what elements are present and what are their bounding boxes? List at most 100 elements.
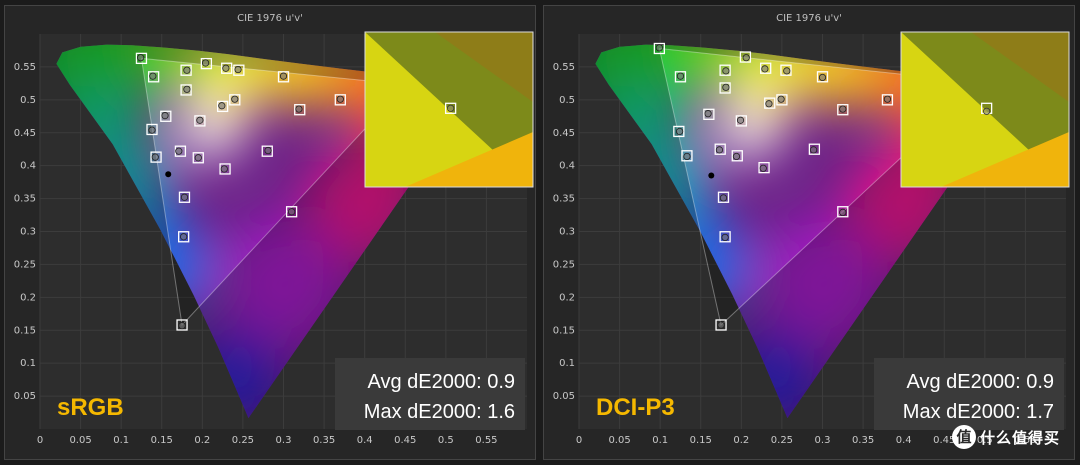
measured-point bbox=[220, 165, 228, 173]
measured-point bbox=[839, 208, 847, 217]
y-tick-label: 0.25 bbox=[553, 259, 575, 270]
y-tick-label: 0.4 bbox=[559, 161, 575, 172]
y-tick-label: 0.1 bbox=[559, 358, 575, 369]
measured-point bbox=[722, 67, 730, 75]
max-de-stat: Max dE2000: 1.7 bbox=[903, 401, 1054, 423]
x-tick-label: 0.5 bbox=[438, 435, 454, 446]
measured-point bbox=[676, 127, 684, 136]
x-tick-label: 0.15 bbox=[151, 435, 173, 446]
measured-point bbox=[732, 152, 741, 161]
measured-point bbox=[839, 105, 847, 113]
measured-point bbox=[201, 59, 210, 67]
measured-point bbox=[148, 126, 156, 134]
x-tick-label: 0.25 bbox=[232, 435, 254, 446]
measured-point bbox=[721, 233, 729, 242]
measured-point bbox=[175, 147, 183, 155]
inset-measured-point bbox=[447, 104, 455, 112]
cie-chart-dcip3: CIE 1976 u'v' 0 0.05 0.1 0.15 0.2 0.25 0.3 0.35 0… bbox=[553, 13, 1070, 446]
measured-point bbox=[883, 95, 892, 103]
y-tick-label: 0.35 bbox=[553, 194, 575, 205]
measured-point bbox=[161, 112, 169, 120]
y-tick-label: 0.45 bbox=[14, 128, 36, 139]
measured-point bbox=[149, 72, 157, 80]
x-tick-label: 0.05 bbox=[608, 435, 630, 446]
measured-point bbox=[783, 67, 791, 75]
y-tick-label: 0.3 bbox=[20, 227, 36, 238]
x-tick-label: 0.55 bbox=[475, 435, 497, 446]
measured-point bbox=[231, 95, 239, 103]
measured-point bbox=[715, 146, 724, 154]
avg-de-stat: Avg dE2000: 0.9 bbox=[906, 371, 1054, 393]
x-tick-label: 0.3 bbox=[276, 435, 292, 446]
y-tick-label: 0.2 bbox=[20, 292, 36, 303]
x-tick-label: 0 bbox=[576, 435, 582, 446]
cie-chart-srgb: CIE 1976 u'v' 0 0.05 0.1 0.15 0.2 0.25 0.3 0.35 0… bbox=[14, 13, 534, 446]
x-tick-label: 0.05 bbox=[69, 435, 91, 446]
locus-color-blob bbox=[733, 54, 799, 120]
measured-point bbox=[765, 100, 773, 108]
measured-point bbox=[183, 85, 191, 93]
x-tick-label: 0.4 bbox=[357, 435, 373, 446]
gamut-label: sRGB bbox=[57, 394, 124, 421]
measured-point bbox=[719, 194, 728, 202]
x-tick-label: 0.25 bbox=[771, 435, 793, 446]
x-tick-label: 0.35 bbox=[852, 435, 874, 446]
measured-point bbox=[178, 322, 186, 330]
chart-title: CIE 1976 u'v' bbox=[776, 13, 842, 24]
y-tick-label: 0.45 bbox=[553, 128, 575, 139]
y-tick-label: 0.05 bbox=[553, 391, 575, 402]
y-tick-label: 0.15 bbox=[553, 325, 575, 336]
x-tick-label: 0.45 bbox=[394, 435, 416, 446]
x-tick-label: 0.3 bbox=[815, 435, 831, 446]
chart-title: CIE 1976 u'v' bbox=[237, 13, 303, 24]
measured-point bbox=[736, 116, 745, 124]
measured-point bbox=[818, 73, 827, 82]
measured-point bbox=[655, 44, 663, 52]
site-watermark: 值 什么值得买 bbox=[952, 423, 1064, 451]
measured-point bbox=[264, 146, 272, 155]
x-tick-label: 0.1 bbox=[652, 435, 668, 446]
measured-point bbox=[194, 154, 202, 162]
measured-point bbox=[717, 321, 725, 329]
white-point-marker bbox=[165, 171, 172, 178]
y-tick-label: 0.3 bbox=[559, 227, 575, 238]
measured-point bbox=[151, 153, 159, 161]
x-tick-label: 0.15 bbox=[690, 435, 712, 446]
measured-point bbox=[683, 152, 691, 161]
y-tick-label: 0.55 bbox=[14, 62, 36, 73]
measured-point bbox=[761, 65, 769, 73]
measured-point bbox=[742, 54, 750, 62]
max-de-stat: Max dE2000: 1.6 bbox=[364, 401, 515, 423]
measured-point bbox=[180, 233, 188, 241]
x-tick-label: 0 bbox=[37, 435, 43, 446]
measured-point bbox=[676, 72, 685, 80]
measured-point bbox=[336, 95, 344, 103]
x-tick-label: 0.1 bbox=[113, 435, 129, 446]
measured-point bbox=[234, 65, 242, 74]
y-tick-label: 0.5 bbox=[20, 95, 36, 106]
measured-point bbox=[196, 116, 204, 124]
measured-point bbox=[279, 72, 288, 80]
white-point-marker bbox=[708, 172, 715, 179]
measured-point bbox=[180, 193, 189, 201]
y-tick-label: 0.2 bbox=[559, 292, 575, 303]
watermark-text: 什么值得买 bbox=[980, 429, 1061, 447]
measured-point bbox=[704, 110, 712, 118]
chart-panel-dcip3: CIE 1976 u'v' 0 0.05 0.1 0.15 0.2 0.25 0.3 0.35 0… bbox=[543, 5, 1075, 460]
x-tick-label: 0.2 bbox=[733, 435, 749, 446]
measured-point bbox=[759, 164, 767, 172]
y-tick-label: 0.55 bbox=[553, 62, 575, 73]
measured-point bbox=[295, 105, 303, 113]
y-tick-label: 0.35 bbox=[14, 194, 36, 205]
y-tick-label: 0.5 bbox=[559, 95, 575, 106]
measured-point bbox=[137, 54, 145, 62]
measured-point bbox=[288, 208, 296, 216]
y-tick-label: 0.25 bbox=[14, 259, 36, 270]
x-tick-label: 0.35 bbox=[313, 435, 335, 446]
x-tick-label: 0.4 bbox=[896, 435, 912, 446]
measured-point bbox=[809, 146, 818, 154]
avg-de-stat: Avg dE2000: 0.9 bbox=[367, 371, 515, 393]
watermark-badge: 值 bbox=[952, 425, 976, 449]
y-tick-label: 0.15 bbox=[14, 325, 36, 336]
y-tick-label: 0.1 bbox=[20, 358, 36, 369]
